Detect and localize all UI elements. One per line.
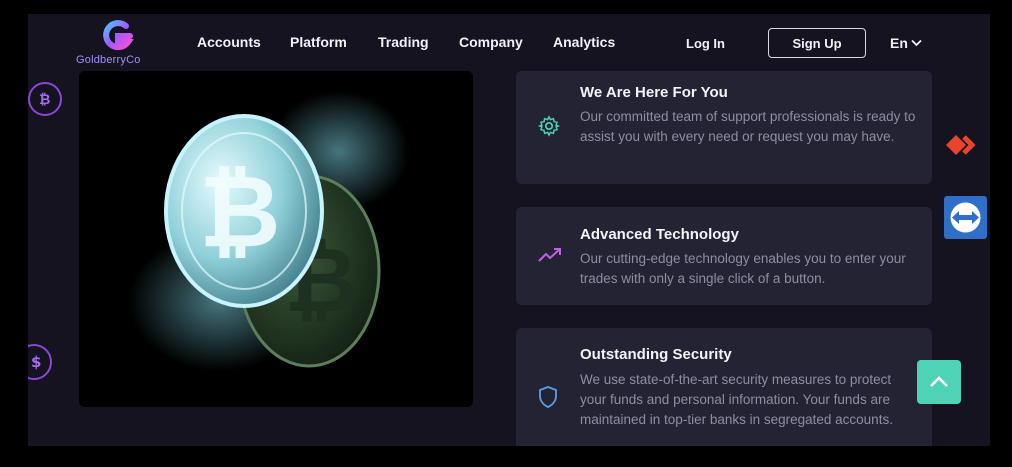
logo-mark-icon <box>103 20 134 51</box>
nav-trading[interactable]: Trading <box>378 34 429 50</box>
nav-accounts[interactable]: Accounts <box>197 34 261 50</box>
feature-card-technology: Advanced Technology Our cutting-edge tec… <box>516 207 932 305</box>
feature-description: We use state-of-the-art security measure… <box>580 372 893 427</box>
chevron-up-icon <box>930 376 948 387</box>
language-label: En <box>890 35 908 51</box>
feature-title: Outstanding Security <box>580 346 732 363</box>
svg-text:₿: ₿ <box>39 92 50 108</box>
feature-description: Our cutting-edge technology enables you … <box>580 251 906 286</box>
language-selector[interactable]: En <box>890 35 922 51</box>
bitcoin-icon: ₿ <box>28 82 62 116</box>
feature-description: Our committed team of support profession… <box>580 109 916 144</box>
teamviewer-icon[interactable] <box>944 196 987 239</box>
chevron-down-icon <box>911 39 922 47</box>
nav-analytics[interactable]: Analytics <box>553 34 615 50</box>
shield-icon <box>539 386 557 408</box>
feature-card-support: We Are Here For You Our committed team o… <box>516 71 932 184</box>
svg-text:$: $ <box>31 353 41 371</box>
trend-up-icon <box>538 248 561 262</box>
feature-card-security: Outstanding Security We use state-of-the… <box>516 328 932 446</box>
dollar-icon: $ <box>28 344 52 380</box>
svg-text:₿: ₿ <box>199 153 281 270</box>
login-link[interactable]: Log In <box>686 36 725 51</box>
brand-name: GoldberryCo <box>76 54 141 66</box>
feature-title: Advanced Technology <box>580 226 739 243</box>
anydesk-icon[interactable] <box>944 128 988 162</box>
nav-company[interactable]: Company <box>459 34 523 50</box>
scroll-to-top-button[interactable] <box>917 360 961 404</box>
nav-platform[interactable]: Platform <box>290 34 347 50</box>
page-frame: GoldberryCo Accounts Platform Trading Co… <box>28 14 990 446</box>
signup-button[interactable]: Sign Up <box>768 28 866 58</box>
feature-title: We Are Here For You <box>580 84 728 101</box>
gear-icon <box>538 115 560 137</box>
bitcoin-coins-image: ₿ ₿ <box>79 71 473 407</box>
brand-logo[interactable]: GoldberryCo <box>76 20 166 68</box>
